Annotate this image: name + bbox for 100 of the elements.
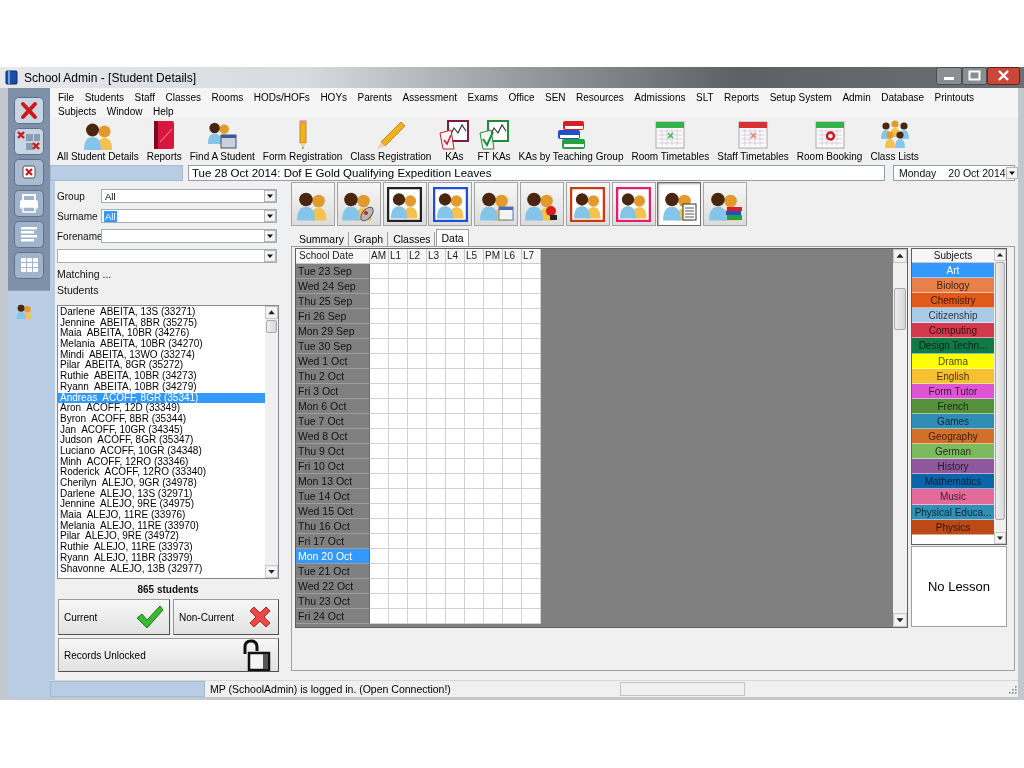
print-icon[interactable] — [14, 190, 44, 217]
list-item[interactable]: Melania ALEJO, 11RE (33970) — [58, 520, 265, 532]
date-cell[interactable]: Thu 25 Sep — [296, 294, 370, 309]
maximize-icon[interactable] — [962, 67, 987, 85]
date-cell[interactable]: Wed 8 Oct — [296, 429, 370, 444]
dropdown-field[interactable] — [57, 249, 277, 263]
tab[interactable]: Data — [436, 229, 469, 246]
menu-item[interactable]: Rooms — [211, 91, 244, 103]
close-all-icon[interactable] — [14, 128, 44, 155]
menu-item[interactable]: Office — [508, 91, 535, 103]
list-item[interactable]: Byron ACOFF, 8BR (35344) — [58, 413, 265, 425]
list-item[interactable]: Minh ACOFF, 12RO (33346) — [58, 456, 265, 468]
menu-item[interactable]: Classes — [165, 91, 202, 103]
toolbar-button[interactable] — [657, 182, 702, 226]
scroll-down-icon[interactable] — [994, 532, 1006, 544]
toolbar-button[interactable]: Find A Student — [189, 120, 255, 162]
minimize-icon[interactable] — [936, 67, 962, 85]
scrollbar-thumb[interactable] — [266, 320, 277, 333]
toolbar-button[interactable] — [382, 182, 427, 226]
date-cell[interactable]: Thu 23 Oct — [296, 594, 370, 609]
menu-item[interactable]: HOYs — [320, 91, 348, 103]
date-cell[interactable]: Wed 1 Oct — [296, 354, 370, 369]
filter-button[interactable]: Non-Current — [173, 599, 279, 635]
list-item[interactable]: Mindi ABEITA, 13WO (33274) — [58, 349, 265, 361]
toolbar-button[interactable]: Class Registration — [350, 120, 432, 162]
date-cell[interactable]: Fri 17 Oct — [296, 534, 370, 549]
list-item[interactable]: Maia ALEJO, 11RE (33976) — [58, 510, 265, 521]
list-item[interactable]: Ruthie ALEJO, 11RE (33973) — [58, 542, 265, 553]
toolbar-button[interactable]: Room Booking — [796, 120, 863, 162]
list-item[interactable]: Music — [912, 489, 994, 505]
scroll-down-icon[interactable] — [265, 565, 278, 578]
grid-icon[interactable] — [14, 252, 44, 279]
date-cell[interactable]: Thu 16 Oct — [296, 519, 370, 534]
menu-item[interactable]: Exams — [467, 91, 499, 103]
date-cell[interactable]: Tue 23 Sep — [296, 264, 370, 279]
close-icon[interactable] — [14, 159, 44, 186]
menu-item[interactable]: Parents — [357, 91, 392, 103]
menu-item[interactable]: Admin — [842, 91, 871, 103]
scrollbar-thumb[interactable] — [995, 262, 1005, 520]
list-item[interactable]: Ryann ABEITA, 10BR (34279) — [58, 381, 265, 393]
toolbar-button[interactable] — [520, 182, 564, 226]
toolbar-button[interactable]: Room Timetables — [631, 120, 710, 162]
caret-icon[interactable] — [264, 250, 276, 262]
scrollbar[interactable] — [994, 249, 1006, 544]
scrollbar-thumb[interactable] — [894, 288, 906, 330]
scroll-up-icon[interactable] — [893, 249, 907, 263]
date-cell[interactable]: Thu 9 Oct — [296, 444, 370, 459]
list-item[interactable]: Maia ABEITA, 10BR (34276) — [58, 328, 265, 340]
menu-item[interactable]: SEN — [545, 91, 566, 103]
list-item[interactable]: Geography — [912, 429, 994, 445]
date-cell[interactable]: Wed 15 Oct — [296, 504, 370, 519]
scroll-down-icon[interactable] — [893, 613, 907, 627]
list-item[interactable]: Chemistry — [912, 293, 994, 309]
list-item[interactable]: Melania ABEITA, 10BR (34270) — [58, 339, 265, 350]
dropdown-field[interactable] — [101, 229, 277, 243]
list-item[interactable]: Roderick ACOFF, 12RO (33340) — [58, 467, 265, 478]
date-cell[interactable]: Mon 29 Sep — [296, 324, 370, 339]
toolbar-button[interactable] — [565, 182, 610, 226]
list-item[interactable]: Shavonne ALEJO, 13B (32977) — [58, 563, 265, 575]
menu-item[interactable]: Setup System — [769, 91, 832, 103]
date-cell[interactable]: Wed 24 Sep — [296, 279, 370, 294]
scroll-up-icon[interactable] — [994, 249, 1006, 261]
date-cell[interactable]: Fri 26 Sep — [296, 309, 370, 324]
caret-icon[interactable] — [264, 230, 276, 242]
close-icon[interactable] — [987, 67, 1020, 85]
toolbar-button[interactable]: KAs — [439, 120, 470, 162]
menu-item[interactable]: Students — [84, 91, 125, 103]
list-item[interactable]: Aron ACOFF, 12D (33349) — [58, 403, 265, 414]
menu-item[interactable]: File — [58, 91, 75, 103]
scroll-up-icon[interactable] — [265, 306, 278, 319]
people-icon[interactable] — [16, 303, 32, 319]
list-item[interactable]: Jennine ABEITA, 8BR (35275) — [58, 317, 265, 329]
date-cell[interactable]: Fri 24 Oct — [296, 609, 370, 624]
scrollbar[interactable] — [893, 249, 907, 627]
menu-item[interactable]: SLT — [696, 91, 714, 103]
date-cell[interactable]: Fri 3 Oct — [296, 384, 370, 399]
list-item[interactable]: Pilar ALEJO, 9RE (34972) — [58, 531, 265, 543]
menu-item[interactable]: HODs/HOFs — [253, 91, 310, 103]
list-item[interactable]: Ryann ALEJO, 11BR (33979) — [58, 552, 265, 564]
menu-item[interactable]: Database — [881, 91, 925, 103]
caret-icon[interactable] — [1005, 167, 1018, 179]
lock-button[interactable]: Records Unlocked — [58, 638, 279, 672]
list-item[interactable]: Judson ACOFF, 8GR (35347) — [58, 435, 265, 446]
list-item[interactable]: Computing — [912, 323, 994, 339]
toolbar-button[interactable]: Staff Timetables — [717, 120, 789, 162]
tab[interactable]: Classes — [389, 232, 436, 246]
date-cell[interactable]: Fri 10 Oct — [296, 459, 370, 474]
list-item[interactable]: Ruthie ABEITA, 10BR (34273) — [58, 371, 265, 382]
list-item[interactable]: Cherilyn ALEJO, 9GR (34978) — [58, 478, 265, 489]
toolbar-button[interactable] — [291, 182, 335, 226]
list-item[interactable]: German — [912, 444, 994, 460]
menu-item[interactable]: Reports — [724, 91, 760, 103]
caret-icon[interactable] — [264, 210, 276, 222]
date-cell[interactable]: Tue 30 Sep — [296, 339, 370, 354]
dropdown-field[interactable]: All — [101, 189, 277, 203]
toolbar-button[interactable]: All Student Details — [57, 120, 139, 162]
filter-button[interactable]: Current — [58, 599, 170, 635]
resize-grip-icon[interactable] — [1007, 684, 1017, 694]
tab[interactable]: Summary — [295, 232, 349, 246]
scrollbar[interactable] — [265, 306, 278, 578]
